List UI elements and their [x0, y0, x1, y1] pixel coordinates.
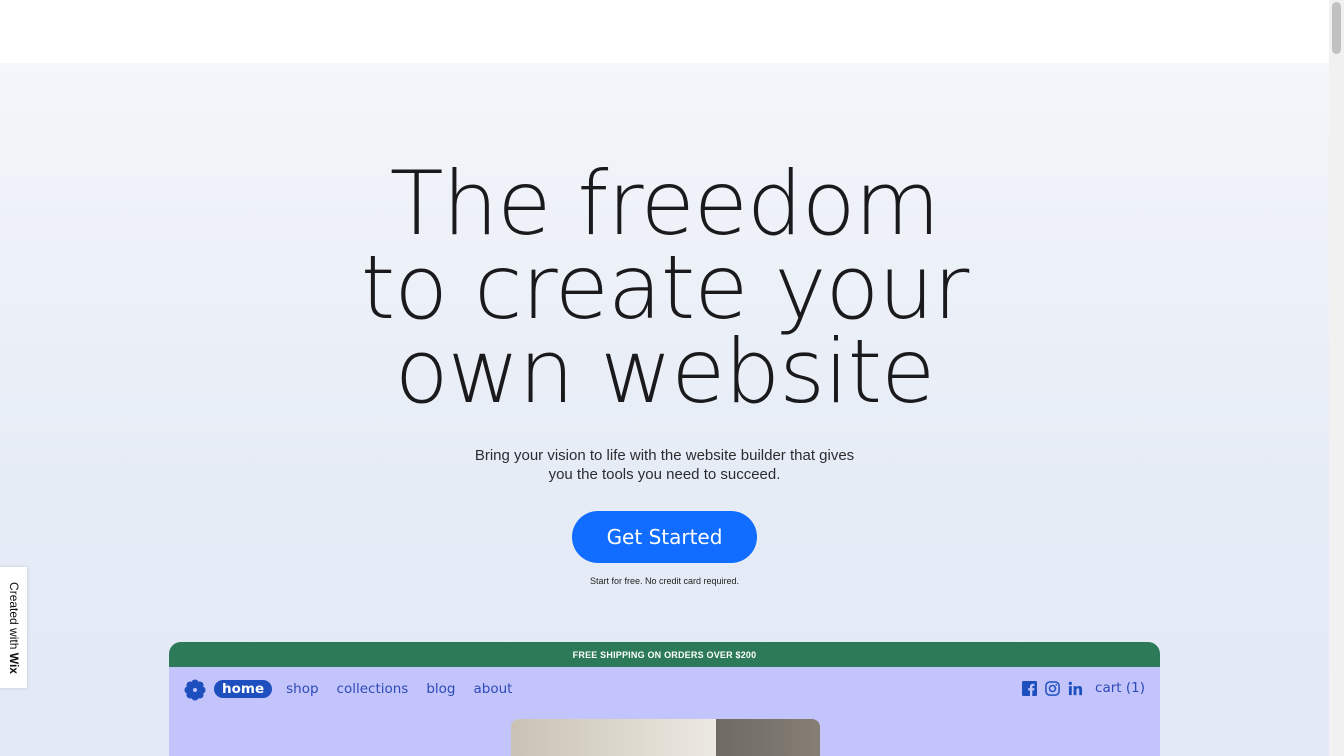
hero-headline: The freedom to create your own website — [0, 152, 1329, 423]
preview-nav-links: home shop collections blog about — [214, 679, 516, 699]
nav-shop[interactable]: shop — [282, 679, 322, 699]
headline-line-1: The freedom — [389, 152, 941, 255]
headline-line-3: own website — [394, 320, 935, 423]
created-with-wix-badge[interactable]: Created with Wix — [0, 567, 27, 688]
nav-about[interactable]: about — [470, 679, 517, 699]
linkedin-icon[interactable] — [1068, 681, 1083, 696]
flower-icon[interactable] — [184, 679, 206, 701]
preview-image-left — [511, 719, 716, 756]
instagram-icon[interactable] — [1045, 680, 1060, 696]
preview-hero-image — [511, 719, 820, 756]
get-started-button[interactable]: Get Started — [572, 511, 757, 563]
badge-text: Created with Wix — [7, 582, 21, 674]
badge-brand: Wix — [6, 652, 21, 674]
cart-link[interactable]: cart (1) — [1095, 680, 1145, 696]
preview-image-right — [716, 719, 820, 756]
social-links: cart (1) — [1022, 680, 1145, 696]
subtitle-line-1: Bring your vision to life with the websi… — [474, 447, 855, 464]
cta-note: Start for free. No credit card required. — [589, 576, 740, 586]
badge-prefix: Created with — [6, 581, 21, 653]
scrollbar-thumb[interactable] — [1332, 2, 1341, 54]
nav-home[interactable]: home — [214, 680, 273, 698]
headline-line-2: to create your — [360, 236, 970, 339]
announcement-bar: FREE SHIPPING ON ORDERS OVER $200 — [169, 642, 1160, 667]
subtitle-line-2: you the tools you need to succeed. — [548, 466, 781, 483]
nav-collections[interactable]: collections — [333, 679, 413, 699]
top-bar — [0, 0, 1329, 63]
hero-subtitle: Bring your vision to life with the websi… — [0, 446, 1329, 484]
template-preview: FREE SHIPPING ON ORDERS OVER $200 home s… — [169, 642, 1160, 756]
page-scrollbar[interactable] — [1329, 0, 1344, 756]
facebook-icon[interactable] — [1022, 680, 1038, 696]
preview-nav: home shop collections blog about cart (1… — [169, 667, 1160, 713]
nav-blog[interactable]: blog — [422, 679, 459, 699]
